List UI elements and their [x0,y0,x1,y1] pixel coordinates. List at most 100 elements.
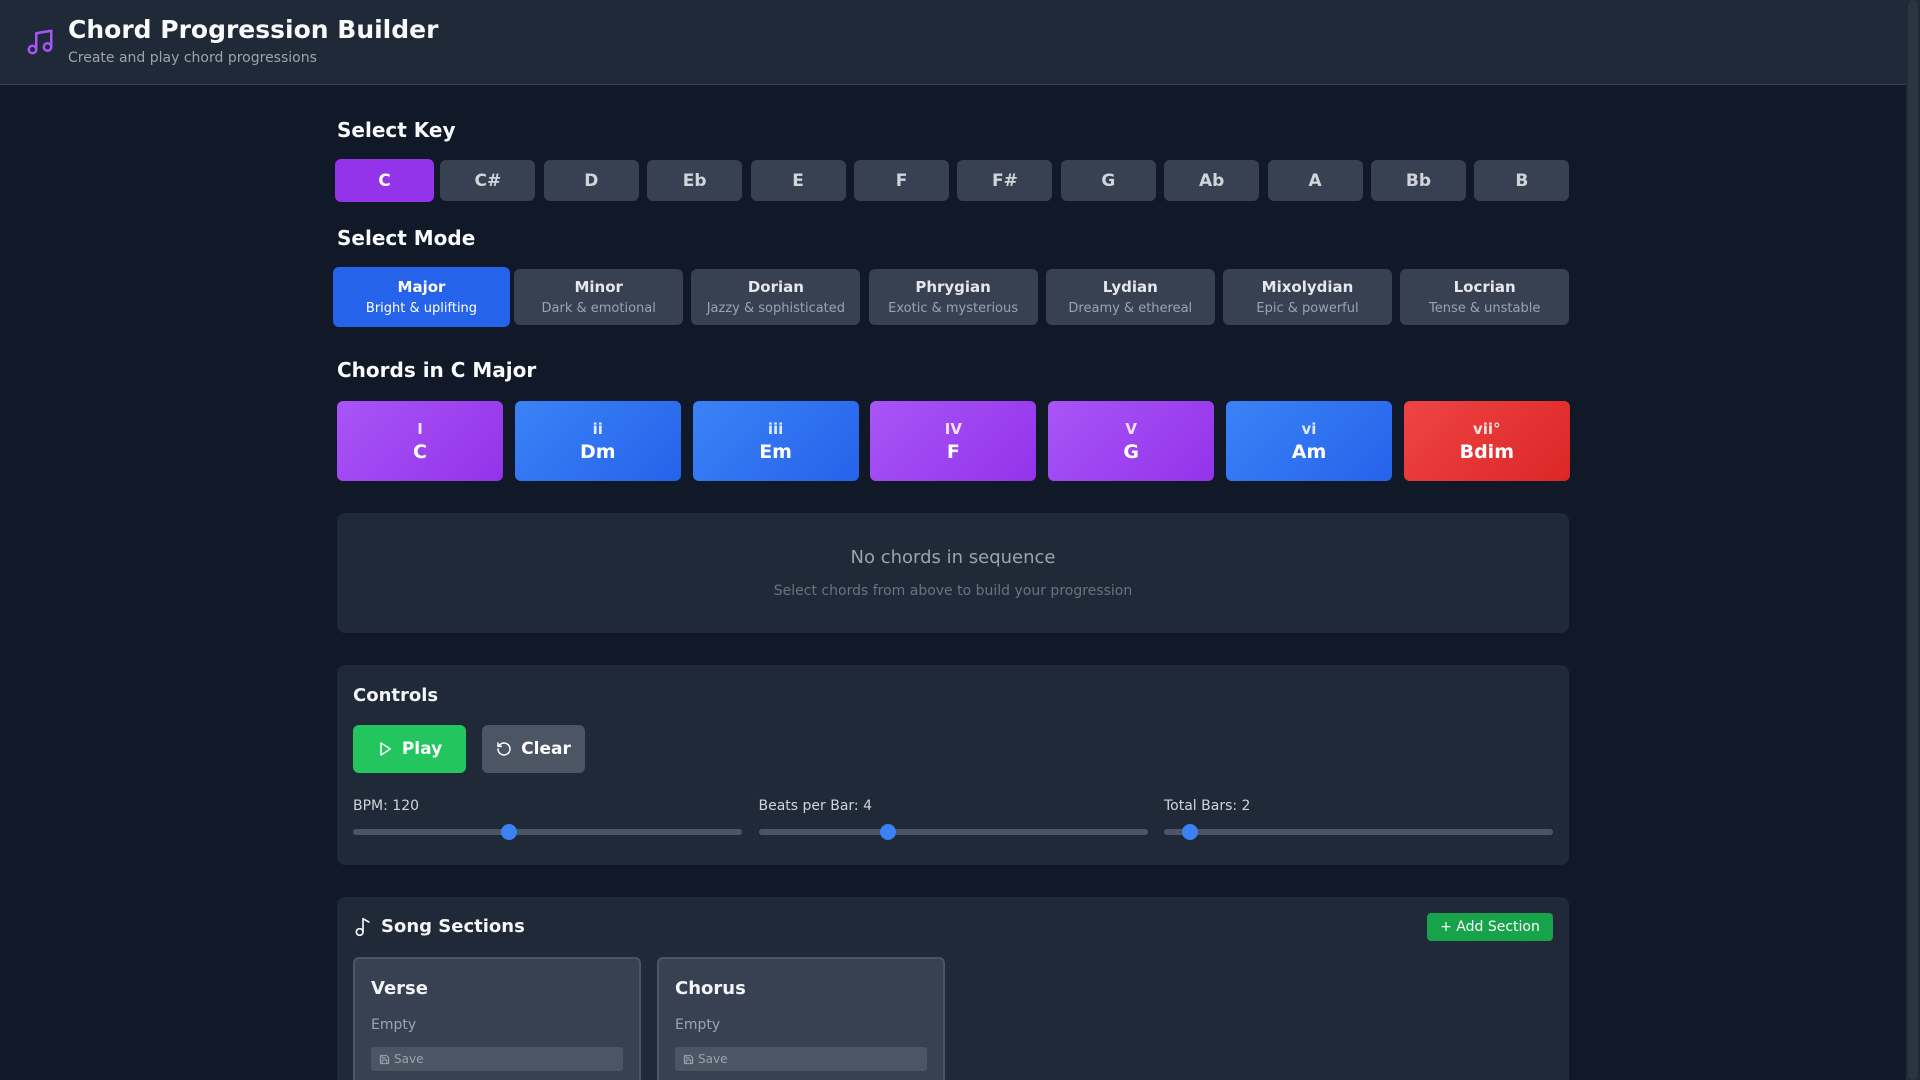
clear-label: Clear [521,739,571,759]
chord-roman-numeral: iii [767,419,784,438]
chord-roman-numeral: IV [944,419,962,438]
section-card-title: Verse [371,978,428,999]
section-save-label: Save [394,1052,424,1066]
music-note-icon [355,917,370,937]
mode-button-lydian[interactable]: Lydian Dreamy & ethereal [1045,269,1215,325]
play-button[interactable]: Play [353,725,466,773]
bpm-slider-thumb[interactable] [500,824,517,840]
chord-button-bdim[interactable]: vii° Bdim [1403,401,1570,481]
mode-name: Dorian [747,278,804,296]
chord-name: Bdim [1459,440,1514,463]
chord-button-c[interactable]: IC [337,401,503,481]
mode-button-mixolydian[interactable]: Mixolydian Epic & powerful [1223,269,1392,325]
clear-button[interactable]: Clear [482,725,585,773]
mode-button-dorian[interactable]: Dorian Jazzy & sophisticated [691,269,861,325]
song-section-card-chorus[interactable]: Chorus Empty Save [657,957,945,1080]
section-save-button[interactable]: Save [371,1047,623,1071]
beats-per-bar-slider-group: Beats per Bar: 4 [758,798,1148,840]
chord-button-em[interactable]: iii Em [692,401,859,481]
sequence-empty-title: No chords in sequence [850,547,1056,568]
chord-roman-numeral: vii° [1473,419,1501,438]
key-button-a[interactable]: A [1267,160,1363,201]
app-subtitle: Create and play chord progressions [68,50,317,66]
mode-description: Exotic & mysterious [888,301,1019,316]
app-root: Chord Progression Builder Create and pla… [0,0,1920,1080]
mode-button-minor[interactable]: Minor Dark & emotional [514,269,684,325]
chord-roman-numeral: ii [592,419,603,438]
mode-description: Dark & emotional [541,301,656,316]
play-label: Play [401,739,443,759]
select-mode-heading: Select Mode [337,226,476,250]
total-bars-slider-thumb[interactable] [1181,824,1198,840]
key-button-b[interactable]: B [1474,160,1570,201]
key-button-ab[interactable]: Ab [1164,160,1260,201]
app-title: Chord Progression Builder [68,15,439,44]
key-button-fsharp[interactable]: F# [957,160,1053,201]
key-button-csharp[interactable]: C# [440,160,536,201]
total-bars-slider-label: Total Bars: 2 [1164,798,1251,814]
key-button-f[interactable]: F [854,160,949,201]
key-button-c[interactable]: C [335,159,434,202]
play-icon [380,742,391,756]
mode-description: Tense & unstable [1429,301,1541,316]
chord-palette: I Cii Dm iii Em IV F V Gvi Am vii° Bdim [337,401,1570,481]
bpm-slider-group: BPM: 120 [353,798,742,840]
mode-name: Minor [574,278,623,296]
chord-roman-numeral: I [417,419,423,438]
section-card-status: Empty [371,1017,417,1033]
chord-button-f[interactable]: IV F [870,401,1037,481]
key-button-eb[interactable]: Eb [647,160,743,201]
chord-name: G [1123,440,1139,463]
mode-button-major[interactable]: Major Bright & uplifting [333,267,510,327]
reset-icon [497,742,511,756]
key-button-d[interactable]: D [543,160,639,201]
controls-panel: Controls Play Clear BPM: 120 Beats per Ba… [337,665,1569,865]
app-header: Chord Progression Builder Create and pla… [0,0,1906,85]
chord-name: Am [1291,440,1327,463]
mode-description: Epic & powerful [1256,301,1359,316]
mode-name: Mixolydian [1261,278,1354,296]
beats-per-bar-slider-thumb[interactable] [880,824,897,840]
mode-description: Jazzy & sophisticated [706,301,846,316]
key-button-bb[interactable]: Bb [1371,160,1466,201]
chord-roman-numeral: vi [1301,419,1317,438]
section-card-title: Chorus [675,978,746,999]
song-sections-heading: Song Sections [381,916,525,937]
mode-description: Bright & uplifting [365,301,478,316]
song-section-card-verse[interactable]: Verse Empty Save [353,957,641,1080]
chord-button-g[interactable]: VG [1048,401,1215,481]
mode-selector: Major Bright & uplifting Minor Dark & emoti… [333,267,1570,327]
chord-button-dm[interactable]: ii Dm [514,401,681,481]
chord-name: F [946,440,960,463]
mode-name: Locrian [1453,278,1516,296]
chord-name: Em [759,440,792,463]
chord-name: C [413,440,427,463]
save-icon [379,1054,390,1064]
bpm-slider[interactable] [353,829,742,835]
chord-name: Dm [580,440,616,463]
chords-heading: Chords in C Major [337,358,537,382]
total-bars-slider-group: Total Bars: 2 [1164,798,1553,840]
save-icon [683,1054,694,1064]
section-save-button[interactable]: Save [675,1047,927,1071]
bpm-slider-label: BPM: 120 [353,798,420,814]
total-bars-slider[interactable] [1164,829,1553,835]
chord-button-am[interactable]: vi Am [1226,401,1392,481]
key-button-g[interactable]: G [1060,160,1156,201]
beats-per-bar-slider-label: Beats per Bar: 4 [758,798,873,814]
section-card-status: Empty [675,1017,721,1033]
mode-name: Major [397,278,446,296]
mode-name: Lydian [1102,278,1158,296]
add-section-button[interactable]: + Add Section [1427,913,1553,941]
page-scrollbar-thumb[interactable] [1908,0,1918,1080]
beats-per-bar-slider[interactable] [758,829,1148,835]
section-save-label: Save [698,1052,728,1066]
mode-description: Dreamy & ethereal [1068,301,1193,316]
select-key-heading: Select Key [337,118,456,142]
sequence-panel: No chords in sequence Select chords from… [337,513,1569,633]
song-sections-panel: Song Sections + Add Section Verse Empty Sa… [337,897,1569,1080]
key-button-e[interactable]: E [750,160,846,201]
mode-button-phrygian[interactable]: Phrygian Exotic & mysterious [868,269,1038,325]
sequence-empty-hint: Select chords from above to build your p… [773,583,1133,599]
mode-button-locrian[interactable]: Locrian Tense & unstable [1400,269,1570,325]
